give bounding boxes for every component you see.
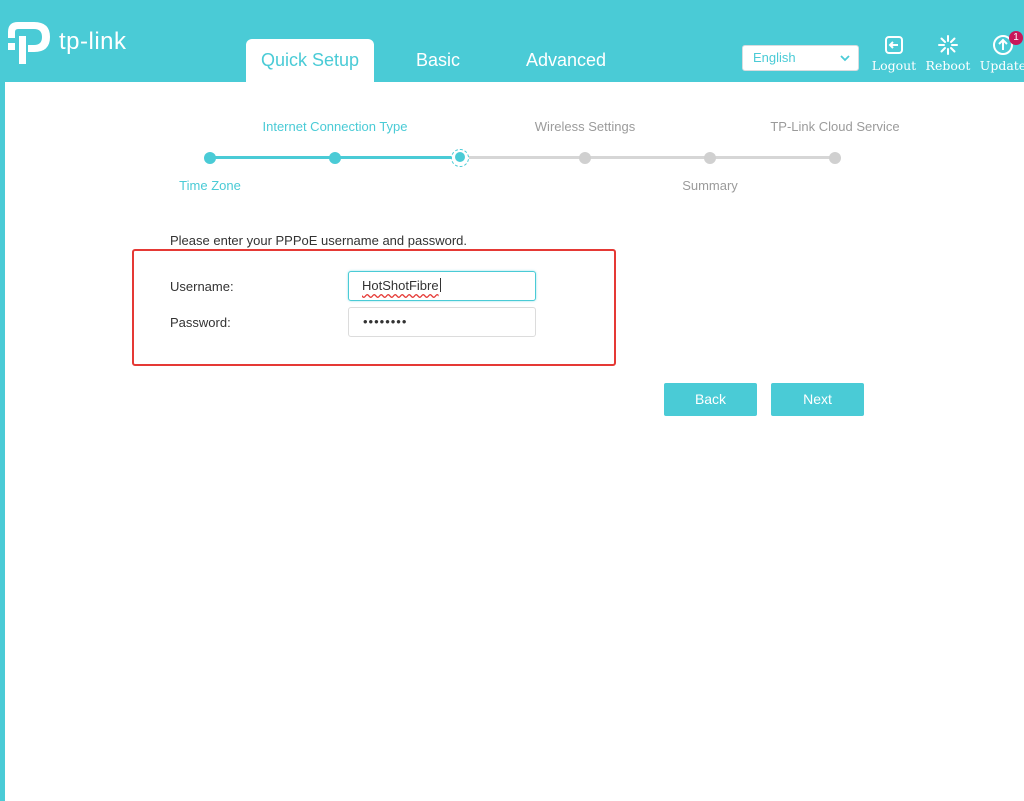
- logout-icon: [885, 36, 903, 54]
- step-label-wireless-settings: Wireless Settings: [534, 119, 636, 134]
- router-admin-page: tp-link Quick Setup Basic Advanced Engli…: [0, 0, 1024, 801]
- step-dot-tp-link-cloud-service: [829, 151, 841, 164]
- logout-button[interactable]: Logout: [871, 33, 917, 73]
- step-label-internet-connection-type: Internet Connection Type: [262, 119, 408, 134]
- password-field[interactable]: ••••••••: [348, 307, 536, 337]
- update-label: Update: [979, 58, 1024, 73]
- tab-quick-setup[interactable]: Quick Setup: [246, 39, 374, 82]
- next-button[interactable]: Next: [771, 383, 864, 416]
- reboot-button[interactable]: Reboot: [925, 33, 971, 73]
- logout-label: Logout: [871, 58, 917, 73]
- password-value: ••••••••: [363, 314, 408, 329]
- tab-basic[interactable]: Basic: [374, 39, 502, 82]
- username-field-wrap: HotShotFibre: [348, 271, 536, 301]
- reboot-icon: [938, 35, 958, 55]
- progress-track-todo: [460, 156, 835, 159]
- logo-text: tp-link: [59, 28, 127, 55]
- main-nav-tabs: Quick Setup Basic Advanced: [246, 39, 630, 82]
- reboot-label: Reboot: [925, 58, 971, 73]
- step-label-summary: Summary: [682, 178, 738, 193]
- step-dot-summary: [704, 151, 716, 164]
- header-bar: tp-link Quick Setup Basic Advanced Engli…: [0, 0, 1024, 82]
- update-button[interactable]: 1 Update: [978, 31, 1024, 73]
- step-dot-current: [451, 148, 469, 167]
- form-instruction: Please enter your PPPoE username and pas…: [170, 233, 468, 248]
- username-label: Username:: [170, 279, 234, 294]
- step-dot-internet-connection-type: [329, 151, 341, 164]
- password-label: Password:: [170, 315, 231, 330]
- step-dot-wireless-settings: [579, 151, 591, 164]
- tp-link-logo[interactable]: tp-link: [4, 18, 127, 68]
- language-select[interactable]: English: [742, 45, 859, 71]
- step-dot-time-zone: [204, 151, 216, 164]
- tp-link-logo-mark: [8, 22, 50, 64]
- username-field[interactable]: [348, 271, 536, 301]
- content-panel: Time Zone Internet Connection Type Wirel…: [5, 82, 1024, 801]
- update-count-badge: 1: [1009, 31, 1023, 45]
- step-label-time-zone: Time Zone: [179, 178, 241, 193]
- tab-advanced[interactable]: Advanced: [502, 39, 630, 82]
- chevron-down-icon: [840, 55, 850, 62]
- language-select-value: English: [753, 50, 796, 65]
- step-label-tp-link-cloud-service: TP-Link Cloud Service: [770, 119, 900, 134]
- back-button[interactable]: Back: [664, 383, 757, 416]
